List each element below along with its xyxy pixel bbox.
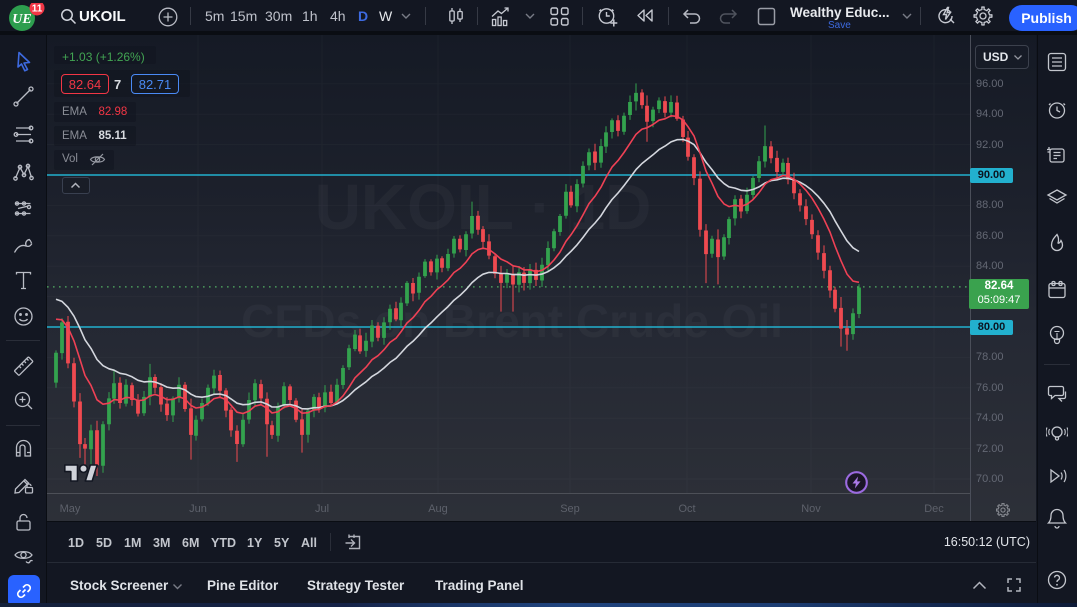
svg-text:11: 11 [32, 4, 43, 15]
svg-text:UE: UE [12, 12, 31, 27]
